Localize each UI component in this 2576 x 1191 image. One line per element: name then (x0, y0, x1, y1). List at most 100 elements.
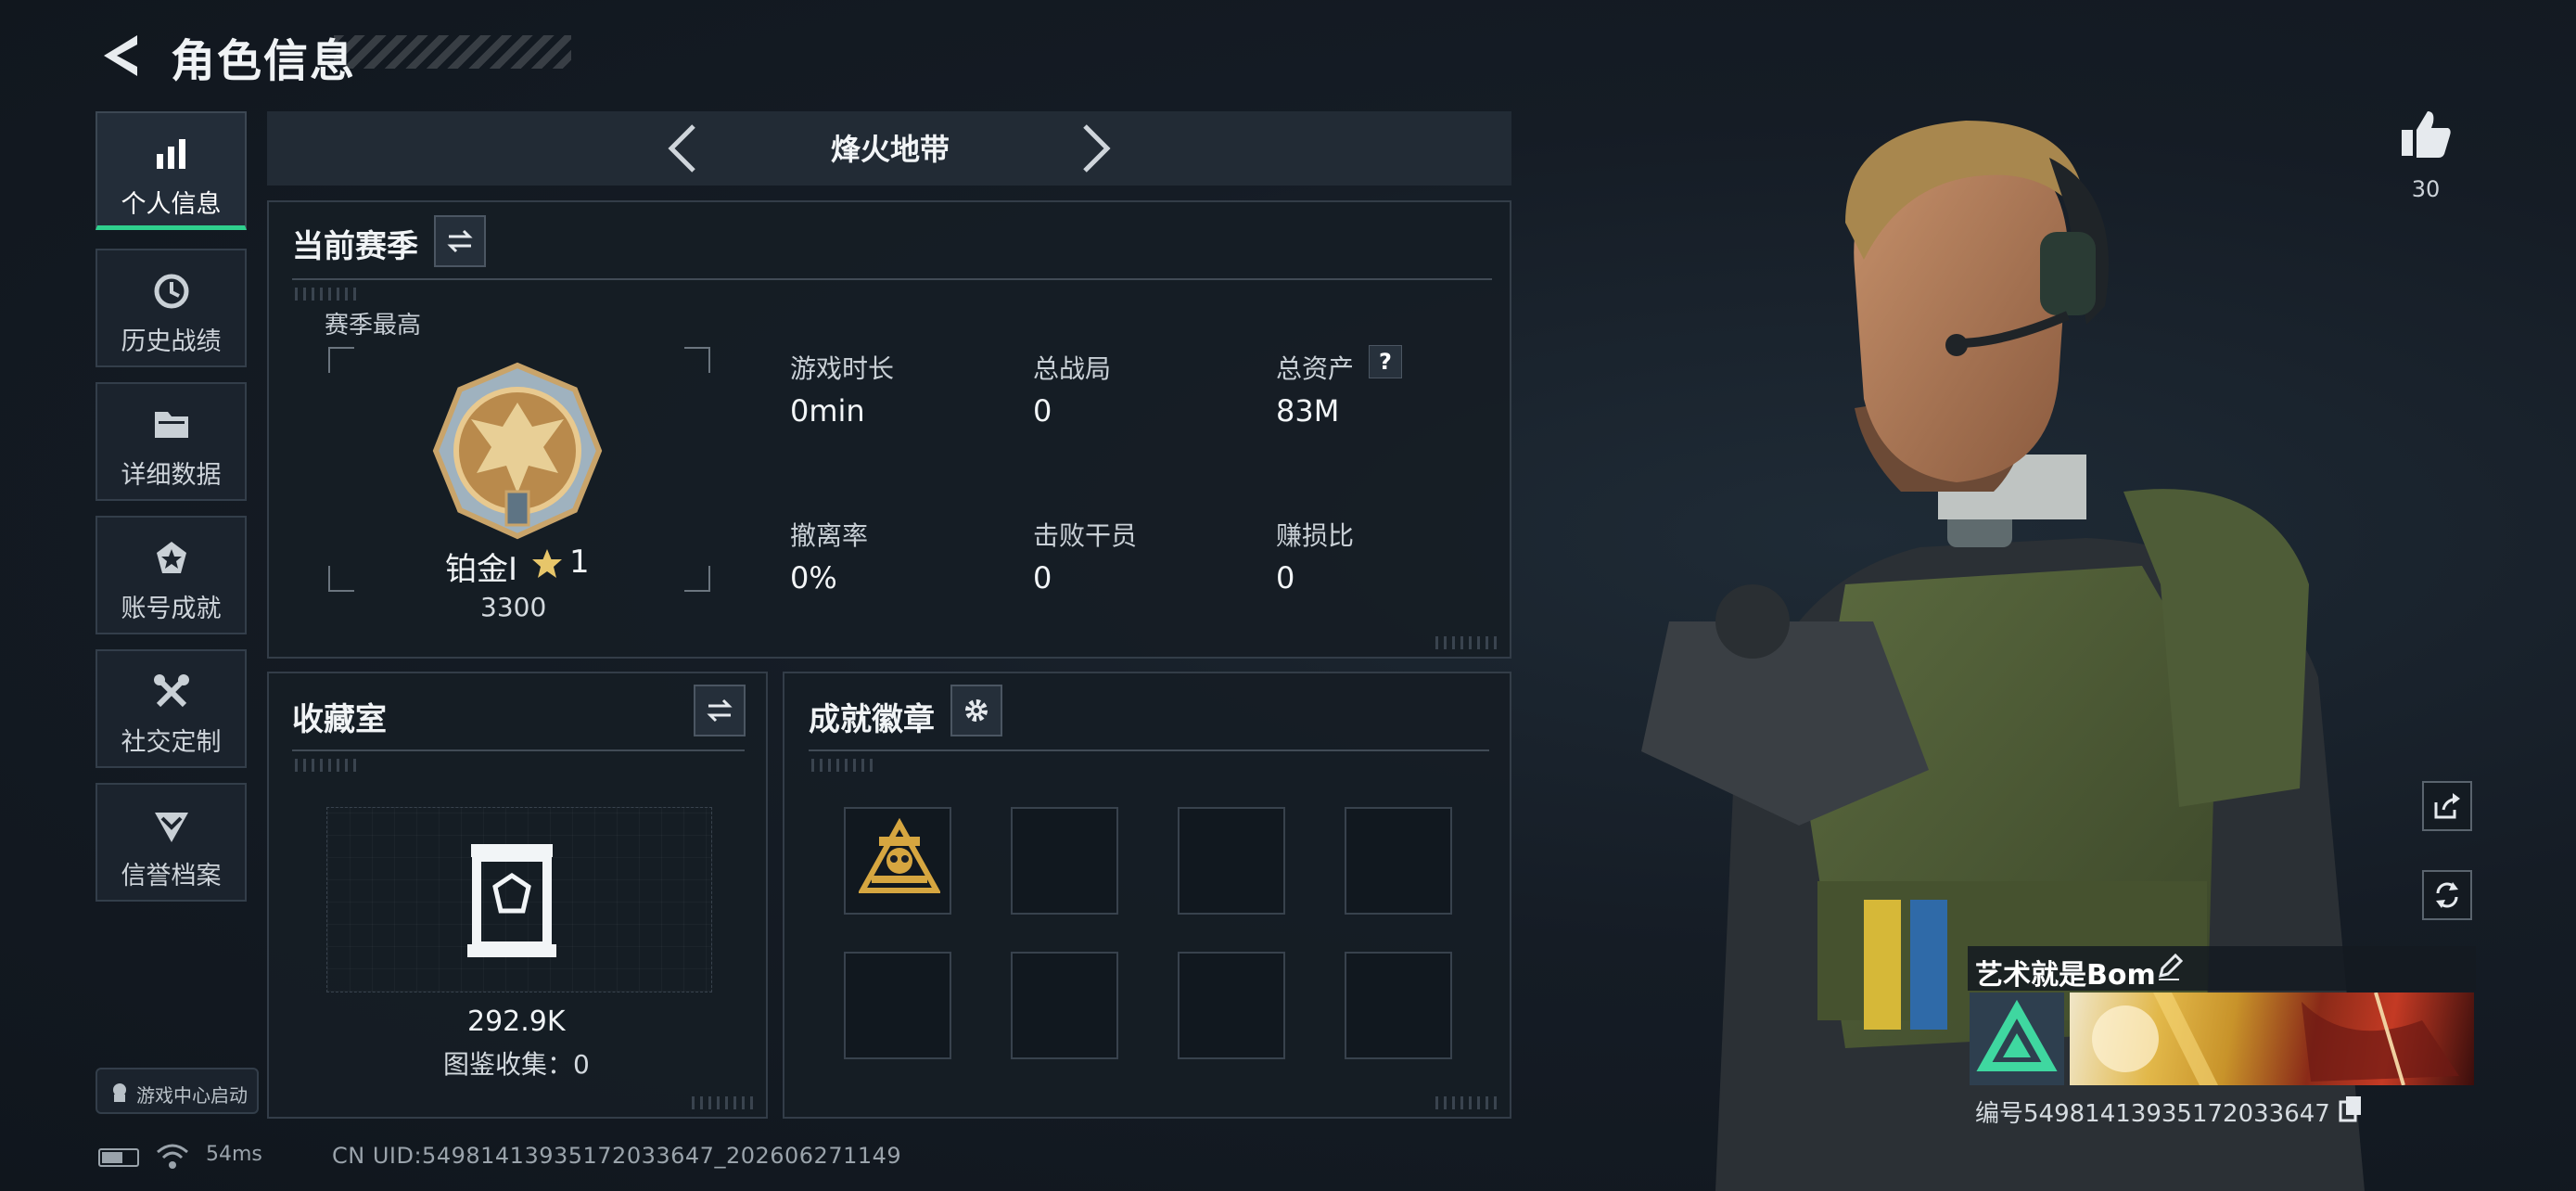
player-banner-image (2070, 992, 2474, 1085)
collection-value: 292.9K (467, 1005, 566, 1038)
page-title: 角色信息 (171, 35, 357, 87)
uid-text: CN UID:5498141393517203364​7_20260627114… (332, 1143, 902, 1169)
mode-prev-button[interactable] (660, 119, 707, 178)
collection-count-label: 图鉴收集： (443, 1049, 574, 1080)
tools-icon (153, 674, 189, 708)
chevron-left-icon (668, 124, 695, 173)
share-button[interactable] (2422, 781, 2472, 831)
stat-play-time-value: 0min (790, 393, 865, 429)
copy-icon (2339, 1096, 2361, 1122)
sidebar-item-personal-info[interactable]: 个人信息 (96, 111, 247, 230)
refresh-button[interactable] (2422, 870, 2472, 920)
badge-slot-6[interactable] (1011, 952, 1118, 1059)
frame-corner (328, 566, 354, 592)
game-center-label: 游戏中心启动 (136, 1084, 248, 1107)
sidebar-item-label: 个人信息 (121, 190, 222, 219)
share-icon (2434, 793, 2460, 819)
badge-slot-8[interactable] (1345, 952, 1452, 1059)
stat-total-assets-label: 总资产 (1276, 353, 1355, 384)
refresh-icon (2436, 882, 2458, 908)
back-button[interactable] (96, 28, 148, 83)
frame-corner (684, 566, 710, 592)
player-id: 编号5498141393517203364​7 (1975, 1100, 2330, 1128)
banner-artwork (2092, 992, 2459, 1085)
player-name: 艺术就是Bom (1975, 959, 2156, 992)
sidebar-item-label: 账号成就 (121, 595, 222, 623)
shield-chevron-icon (154, 813, 188, 842)
bar-chart-icon (156, 139, 185, 169)
badges-panel-divider (809, 749, 1489, 751)
season-best-label: 赛季最高 (325, 312, 422, 339)
display-case-icon (467, 844, 556, 957)
sidebar-item-history[interactable]: 历史战绩 (96, 249, 247, 367)
wifi-icon (157, 1144, 188, 1169)
stat-play-time-label: 游戏时长 (790, 353, 895, 384)
badge-slot-4[interactable] (1345, 807, 1452, 915)
medal-icon (156, 542, 186, 573)
sidebar-item-social-custom[interactable]: 社交定制 (96, 649, 247, 768)
sidebar-item-label: 社交定制 (121, 728, 222, 757)
thumbs-up-icon (2402, 111, 2451, 158)
title-decoration (334, 35, 571, 69)
copy-id-button[interactable] (2339, 1095, 2363, 1122)
like-count: 30 (2411, 176, 2441, 202)
frame-corner (328, 347, 354, 373)
frame-corner (684, 347, 710, 373)
chevron-right-icon (1083, 124, 1111, 173)
sidebar-item-label: 历史战绩 (121, 327, 222, 356)
folder-icon (154, 412, 188, 438)
rank-level: 1 (569, 544, 590, 581)
badge-slot-7[interactable] (1178, 952, 1285, 1059)
decorative-mark (1435, 1096, 1500, 1109)
rank-name: 铂金I (445, 551, 518, 588)
badge-slot-5[interactable] (844, 952, 951, 1059)
like-button[interactable] (2398, 106, 2454, 161)
stat-kills-value: 0 (1033, 560, 1052, 596)
edit-name-button[interactable] (2155, 953, 2184, 981)
collection-count-value: 0 (573, 1049, 590, 1080)
season-switch-button[interactable] (434, 215, 486, 267)
back-arrow-icon (104, 35, 137, 76)
mode-next-button[interactable] (1072, 119, 1118, 178)
collection-switch-button[interactable] (694, 685, 746, 736)
history-clock-icon (154, 274, 188, 309)
swap-arrows-icon (447, 229, 473, 253)
swap-arrows-icon (707, 698, 733, 723)
decorative-mark (295, 759, 360, 772)
pencil-icon (2158, 953, 2184, 980)
platinum-rank-emblem-icon (432, 362, 603, 540)
game-center-launch-button[interactable]: 游戏中心启动 (96, 1068, 259, 1114)
team-logo (1970, 992, 2064, 1085)
sidebar-item-detail-data[interactable]: 详细数据 (96, 382, 247, 501)
star-icon (532, 549, 562, 578)
decorative-mark (295, 288, 360, 301)
stat-total-assets-value: 83M (1276, 393, 1340, 429)
stat-total-matches-value: 0 (1033, 393, 1052, 429)
triangle-logo-icon (1976, 999, 2058, 1071)
badges-panel-title: 成就徽章 (809, 701, 935, 738)
decorative-mark (692, 1096, 757, 1109)
stat-profit-ratio-value: 0 (1276, 560, 1295, 596)
decorative-mark (811, 759, 876, 772)
stat-profit-ratio-label: 赚损比 (1276, 520, 1355, 551)
gear-icon (965, 699, 988, 722)
collection-count: 图鉴收集：0 (443, 1044, 590, 1082)
game-center-icon (113, 1083, 126, 1102)
badge-slot-2[interactable] (1011, 807, 1118, 915)
ping-value: 54ms (206, 1143, 262, 1166)
collection-panel-title: 收藏室 (292, 701, 387, 738)
help-icon[interactable]: ? (1369, 345, 1402, 378)
season-panel-divider (292, 278, 1492, 280)
stat-extract-rate-value: 0% (790, 560, 837, 596)
season-panel-title: 当前赛季 (292, 228, 418, 265)
skull-emblem-badge-icon (859, 818, 940, 893)
sidebar-item-credit-record[interactable]: 信誉档案 (96, 783, 247, 902)
sidebar-item-achievements[interactable]: 账号成就 (96, 516, 247, 634)
stat-extract-rate-label: 撤离率 (790, 520, 869, 551)
badge-slot-3[interactable] (1178, 807, 1285, 915)
badges-settings-button[interactable] (950, 685, 1002, 736)
sidebar-item-label: 详细数据 (121, 461, 222, 490)
rank-score: 3300 (480, 592, 547, 622)
mode-title: 烽火地带 (830, 132, 950, 167)
sidebar-item-label: 信誉档案 (121, 862, 222, 890)
